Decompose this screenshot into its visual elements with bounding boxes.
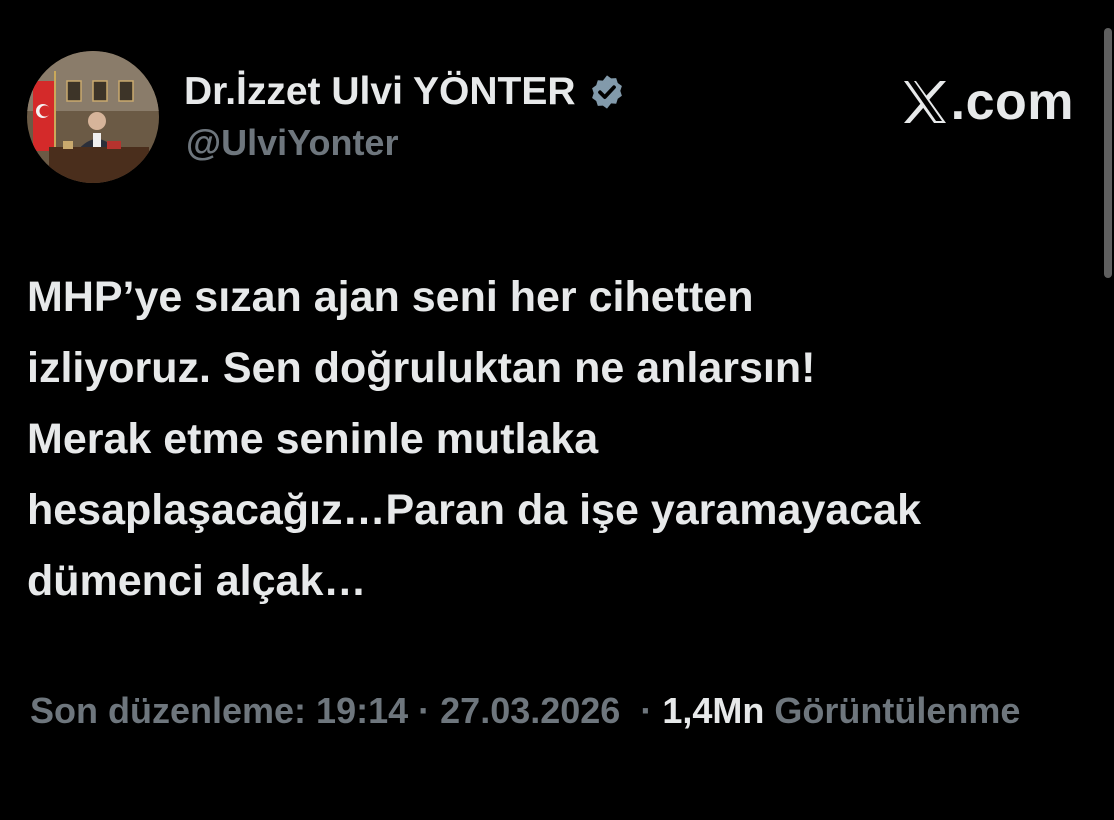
- profile-avatar: [27, 51, 159, 183]
- verified-badge-icon: [588, 73, 626, 111]
- views-label: Görüntülenme: [774, 690, 1021, 731]
- tweet-text: MHP’ye sızan ajan seni her cihetten izli…: [27, 273, 922, 605]
- avatar[interactable]: [27, 51, 159, 183]
- brand-watermark: .com: [901, 66, 1074, 138]
- brand-domain-text: .com: [950, 73, 1074, 131]
- tweet-time[interactable]: 19:14: [316, 690, 408, 731]
- edited-label[interactable]: Son düzenleme:: [30, 690, 306, 731]
- tweet-date[interactable]: 27.03.2026: [440, 690, 620, 731]
- meta-separator: ·: [418, 690, 431, 731]
- views-count[interactable]: 1,4Mn: [662, 690, 764, 731]
- x-logo-icon: [901, 79, 949, 125]
- author-handle[interactable]: @UlviYonter: [186, 122, 398, 164]
- author-display-name[interactable]: Dr.İzzet Ulvi YÖNTER: [184, 64, 626, 120]
- tweet-meta: Son düzenleme: 19:14 · 27.03.2026 · 1,4M…: [30, 686, 1030, 736]
- scrollbar[interactable]: [1104, 28, 1112, 278]
- display-name-text[interactable]: Dr.İzzet Ulvi YÖNTER: [184, 70, 576, 114]
- meta-separator-2: ·: [640, 690, 653, 731]
